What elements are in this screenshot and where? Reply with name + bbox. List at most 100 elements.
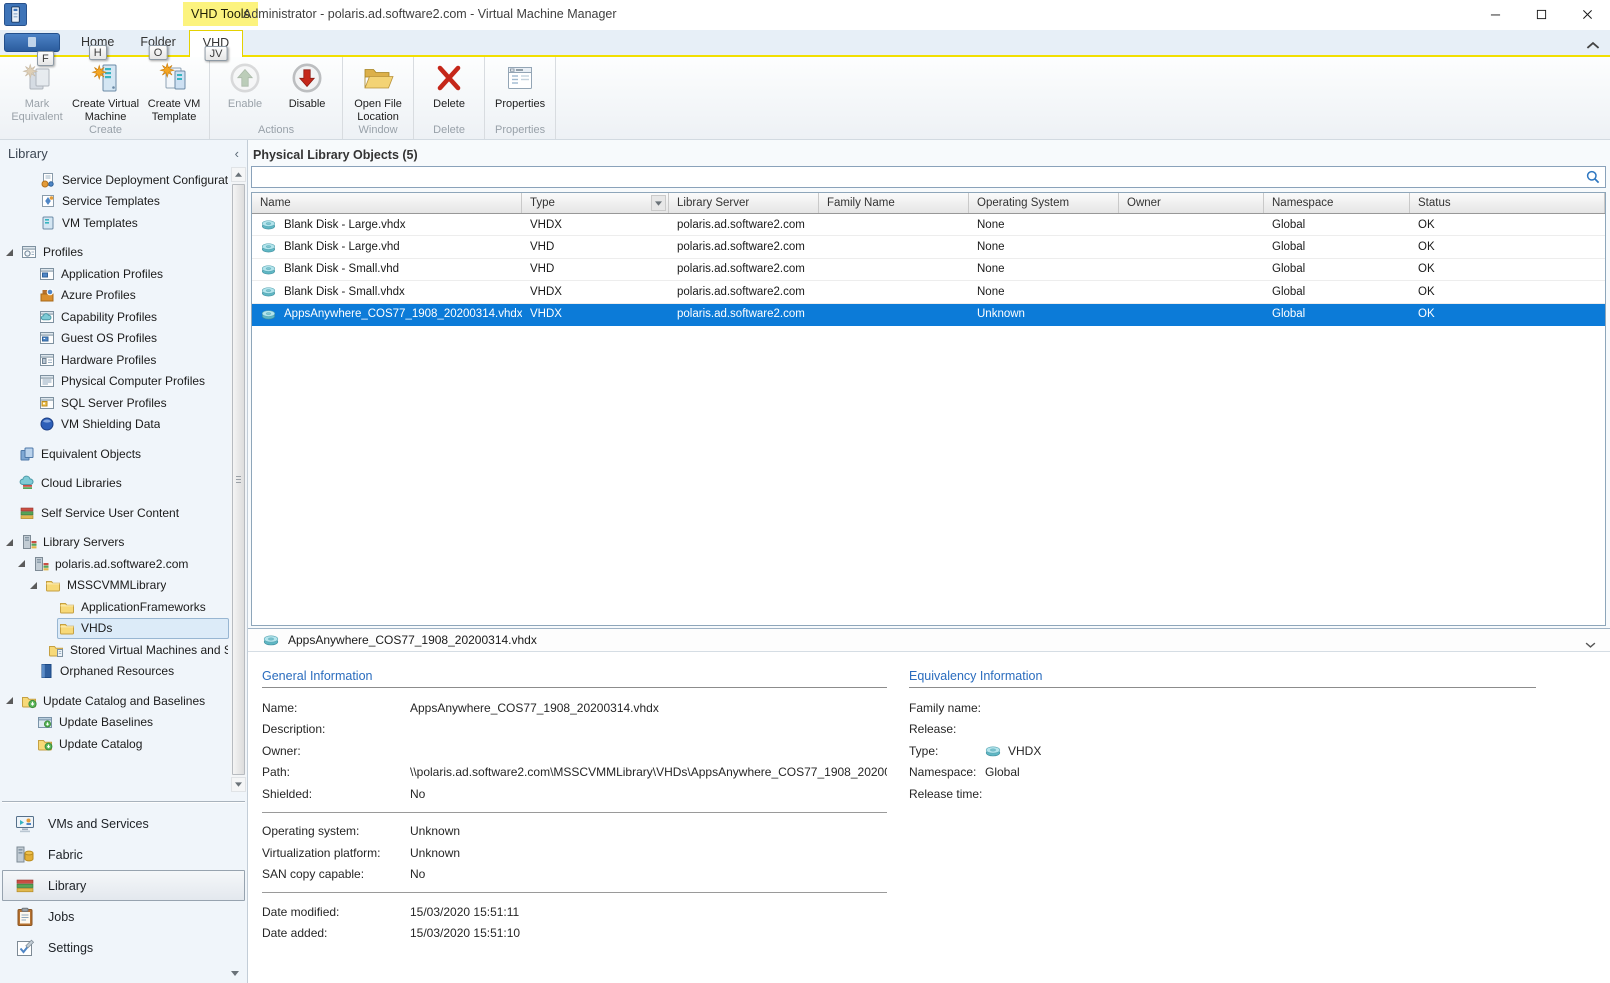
tab-vhd[interactable]: VHDJV: [189, 30, 243, 57]
sidebar-item-orphaned-resources[interactable]: Orphaned Resources: [0, 661, 229, 683]
detail-field-label: Release time:: [909, 787, 985, 801]
sidebar-item-update-catalog-and-baselines[interactable]: Update Catalog and Baselines: [0, 690, 229, 712]
sidebar-item-polaris-ad-software2-com[interactable]: polaris.ad.software2.com: [0, 553, 229, 575]
sidebar-item-vm-shielding-data[interactable]: VM Shielding Data: [0, 414, 229, 436]
close-button[interactable]: [1564, 0, 1610, 29]
table-row[interactable]: Blank Disk - Small.vhdVHDpolaris.ad.soft…: [252, 259, 1605, 281]
tree-item-label: Stored Virtual Machines and Se: [70, 643, 228, 657]
sidebar-collapse-icon[interactable]: ‹: [235, 148, 239, 160]
titlebar: VHD Tools Administrator - polaris.ad.sof…: [0, 0, 1610, 30]
detail-field-label: Type:: [909, 744, 985, 758]
table-row[interactable]: AppsAnywhere_COS77_1908_20200314.vhdxVHD…: [252, 304, 1605, 326]
sidebar-item-vm-templates[interactable]: VM Templates: [0, 212, 229, 234]
sidebar-item-self-service-user-content[interactable]: Self Service User Content: [0, 502, 229, 524]
sidebar-item-update-catalog[interactable]: Update Catalog: [0, 733, 229, 755]
ribbon-button-enable[interactable]: Enable: [214, 59, 276, 111]
ribbon-button-disable[interactable]: Disable: [276, 59, 338, 111]
nav-item-settings[interactable]: Settings: [2, 932, 245, 963]
sidebar-item-library-servers[interactable]: Library Servers: [0, 532, 229, 554]
tree-expander-icon[interactable]: [5, 538, 14, 547]
sidebar-item-service-templates[interactable]: Service Templates: [0, 191, 229, 213]
table-cell: OK: [1410, 241, 1605, 253]
folder-icon: [59, 599, 75, 615]
sidebar-item-cloud-libraries[interactable]: Cloud Libraries: [0, 473, 229, 495]
ribbon-group-properties: PropertiesProperties: [485, 57, 556, 139]
sidebar-item-applicationframeworks[interactable]: ApplicationFrameworks: [0, 596, 229, 618]
tree-expander-icon[interactable]: [5, 248, 14, 257]
cloud-libraries-icon: [19, 475, 35, 491]
nav-overflow-chevron-down-icon[interactable]: [0, 963, 247, 983]
scroll-up-arrow-icon[interactable]: [231, 167, 246, 182]
column-filter-dropdown-icon[interactable]: [651, 195, 666, 211]
tree-item-row: Service Templates: [38, 191, 229, 212]
column-header-library-server[interactable]: Library Server: [669, 193, 819, 213]
nav-item-jobs[interactable]: Jobs: [2, 901, 245, 932]
tab-folder[interactable]: FolderO: [127, 30, 188, 55]
tree-expander-icon[interactable]: [5, 696, 14, 705]
nav-item-vms-and-services[interactable]: VMs and Services: [2, 808, 245, 839]
vmm-app-icon[interactable]: [4, 3, 27, 26]
detail-field: Operating system:Unknown: [262, 821, 887, 843]
column-header-family-name[interactable]: Family Name: [819, 193, 969, 213]
details-header[interactable]: AppsAnywhere_COS77_1908_20200314.vhdx: [248, 629, 1610, 652]
tree-expander-icon[interactable]: [29, 581, 38, 590]
sidebar-item-guest-os-profiles[interactable]: Guest OS Profiles: [0, 328, 229, 350]
column-header-name[interactable]: Name: [252, 193, 522, 213]
ribbon-tabs: HomeHFolderOVHDJV: [68, 30, 243, 55]
sidebar-splitter[interactable]: [2, 801, 245, 803]
tree-scrollbar[interactable]: [231, 167, 246, 792]
fabric-icon: [15, 845, 35, 865]
sidebar-item-application-profiles[interactable]: Application Profiles: [0, 263, 229, 285]
minimize-button[interactable]: [1472, 0, 1518, 29]
sidebar-item-capability-profiles[interactable]: Capability Profiles: [0, 306, 229, 328]
ribbon-button-delete[interactable]: Delete: [418, 59, 480, 111]
sidebar-item-physical-computer-profiles[interactable]: Physical Computer Profiles: [0, 371, 229, 393]
column-header-label: Library Server: [677, 197, 749, 209]
details-collapse-chevron-down-icon[interactable]: [1585, 638, 1596, 645]
table-row[interactable]: Blank Disk - Large.vhdxVHDXpolaris.ad.so…: [252, 214, 1605, 236]
tab-home[interactable]: HomeH: [68, 30, 127, 55]
detail-field-value: No: [410, 787, 425, 801]
ribbon-button-create-virtual-machine[interactable]: Create Virtual Machine: [68, 59, 143, 123]
vhd-disk-icon: [263, 634, 279, 646]
ribbon-button-properties[interactable]: Properties: [489, 59, 551, 111]
scrollbar-thumb[interactable]: [232, 184, 245, 775]
scroll-down-arrow-icon[interactable]: [231, 777, 246, 792]
table-row[interactable]: Blank Disk - Large.vhdVHDpolaris.ad.soft…: [252, 236, 1605, 258]
sidebar-item-sql-server-profiles[interactable]: SQL Server Profiles: [0, 392, 229, 414]
sidebar-item-vhds[interactable]: VHDs: [0, 618, 229, 640]
table-row[interactable]: Blank Disk - Small.vhdxVHDXpolaris.ad.so…: [252, 281, 1605, 303]
nav-item-fabric[interactable]: Fabric: [2, 839, 245, 870]
ribbon-button-open-file-location[interactable]: Open File Location: [347, 59, 409, 123]
detail-field: Name:AppsAnywhere_COS77_1908_20200314.vh…: [262, 697, 887, 719]
sidebar-item-equivalent-objects[interactable]: Equivalent Objects: [0, 443, 229, 465]
sidebar-item-service-deployment-configuratio[interactable]: Service Deployment Configuratio: [0, 169, 229, 191]
ribbon-button-create-vm-template[interactable]: Create VM Template: [143, 59, 205, 123]
column-header-operating-system[interactable]: Operating System: [969, 193, 1119, 213]
table-cell: OK: [1410, 308, 1605, 320]
sidebar-item-profiles[interactable]: Profiles: [0, 242, 229, 264]
sidebar-item-azure-profiles[interactable]: Azure Profiles: [0, 285, 229, 307]
maximize-button[interactable]: [1518, 0, 1564, 29]
detail-field-value: 15/03/2020 15:51:11: [410, 905, 519, 919]
column-header-status[interactable]: Status: [1410, 193, 1605, 213]
app-menu-button[interactable]: F: [4, 33, 60, 52]
sidebar-item-stored-virtual-machines-and-se[interactable]: Stored Virtual Machines and Se: [0, 639, 229, 661]
nav-item-library[interactable]: Library: [2, 870, 245, 901]
column-header-namespace[interactable]: Namespace: [1264, 193, 1410, 213]
sidebar-item-msscvmmlibrary[interactable]: MSSCVMMLibrary: [0, 575, 229, 597]
column-header-owner[interactable]: Owner: [1119, 193, 1264, 213]
tree-expander-icon[interactable]: [17, 559, 26, 568]
detail-field-label: Date added:: [262, 926, 410, 940]
sidebar-item-update-baselines[interactable]: Update Baselines: [0, 712, 229, 734]
ribbon-button-mark-equivalent[interactable]: Mark Equivalent: [6, 59, 68, 123]
search-icon[interactable]: [1585, 169, 1601, 185]
sidebar-item-hardware-profiles[interactable]: Hardware Profiles: [0, 349, 229, 371]
guest-os-profiles-icon: [39, 330, 55, 346]
column-header-type[interactable]: Type: [522, 193, 669, 213]
keytip-badge: F: [37, 51, 54, 66]
ribbon-button-label: Mark Equivalent: [11, 96, 62, 123]
workspace-nav: VMs and ServicesFabricLibraryJobsSetting…: [0, 806, 247, 963]
ribbon-collapse-chevron-up-icon[interactable]: [1586, 38, 1600, 48]
search-input[interactable]: [252, 168, 1585, 186]
